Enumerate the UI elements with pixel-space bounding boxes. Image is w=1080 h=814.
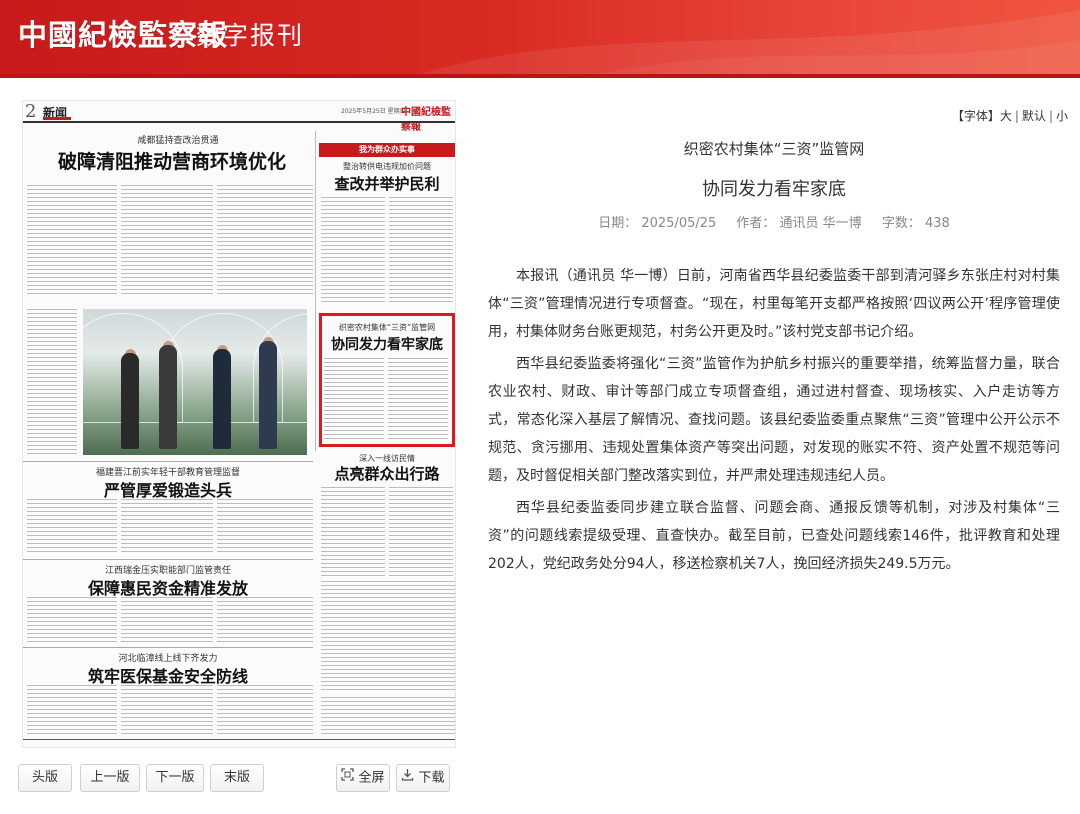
selected-article-highlight[interactable]: 织密农村集体“三资”监管网 协同发力看牢家底: [319, 313, 455, 447]
font-size-controls: 【字体】大 | 默认 | 小: [952, 107, 1068, 124]
first-page-button[interactable]: 头版: [18, 764, 72, 792]
download-icon: [401, 765, 414, 791]
story-text: [27, 499, 117, 555]
story-headline[interactable]: 查改并举护民利: [319, 173, 455, 194]
story-text: [321, 581, 455, 691]
story-text: [217, 685, 313, 735]
fullscreen-icon: [341, 765, 355, 791]
story-text: [121, 597, 213, 643]
font-default-link[interactable]: 默认: [1022, 109, 1046, 123]
font-large-link[interactable]: 大: [1000, 109, 1012, 123]
section-accent: [43, 117, 71, 120]
article-paragraph: 西华县纪委监委将强化“三资”监管作为护航乡村振兴的重要举措，统筹监督力量，联合农…: [488, 356, 1060, 484]
article-paragraph: 本报讯（通讯员 华一博）日前，河南省西华县纪委监委干部到清河驿乡东张庄村对村集体…: [488, 268, 1060, 340]
page-brand: 中國紀檢監察報: [401, 107, 451, 133]
prev-page-button[interactable]: 上一版: [80, 764, 140, 792]
section-rule: [23, 559, 313, 560]
fullscreen-button[interactable]: 全屏: [336, 764, 390, 792]
prev-page-label: 上一版: [90, 770, 130, 785]
story-text: [27, 185, 117, 297]
next-page-button[interactable]: 下一版: [146, 764, 204, 792]
story-headline[interactable]: 保障惠民资金精准发放: [23, 575, 313, 599]
story-headline[interactable]: 筑牢医保基金安全防线: [23, 663, 313, 687]
story-text: [324, 358, 384, 442]
story-text: [217, 185, 313, 297]
column-rule: [315, 131, 316, 451]
font-size-label: 【字体】: [951, 109, 1000, 123]
download-button[interactable]: 下载: [396, 764, 450, 792]
story-text: [217, 499, 313, 555]
newspaper-page[interactable]: 2 新闻 2025年5月25日 星期日 中國紀檢監察報 咸都猛持查改治贯通 破障…: [22, 100, 456, 748]
story-text: [121, 499, 213, 555]
page-top-rule: [23, 121, 455, 123]
story-text: [27, 597, 117, 643]
page-date: 2025年5月25日 星期日: [341, 108, 406, 115]
article-meta: 日期： 2025/05/25 作者： 通讯员 华一博 字数： 438: [488, 212, 1060, 231]
story-headline[interactable]: 严管厚爱锻造头兵: [23, 477, 313, 501]
story-text: [388, 358, 448, 442]
last-page-label: 末版: [223, 770, 250, 785]
article-word-count: 字数： 438: [881, 216, 950, 231]
first-page-label: 头版: [31, 770, 58, 785]
font-small-link[interactable]: 小: [1056, 109, 1068, 123]
next-page-label: 下一版: [155, 770, 195, 785]
article-body: 本报讯（通讯员 华一博）日前，河南省西华县纪委监委干部到清河驿乡东张庄村对村集体…: [488, 262, 1060, 582]
news-photo[interactable]: [83, 309, 307, 455]
story-text: [389, 197, 453, 305]
story-kicker: 咸都猛持查改治贯通: [137, 136, 219, 146]
story-text: [321, 487, 385, 577]
banner-divider: [0, 74, 1080, 78]
article-title: 协同发力看牢家底: [702, 179, 846, 200]
article-author: 作者： 通讯员 华一博: [736, 216, 862, 231]
story-text: [27, 309, 77, 455]
download-label: 下载: [418, 770, 445, 786]
article-date: 日期： 2025/05/25: [598, 216, 717, 231]
story-text: [321, 697, 455, 735]
section-rule: [23, 461, 313, 462]
column-label: 我为群众办实事: [319, 143, 455, 157]
last-page-button[interactable]: 末版: [210, 764, 264, 792]
section-rule: [23, 647, 313, 648]
story-text: [121, 685, 213, 735]
page-number: 2: [25, 101, 37, 122]
story-headline[interactable]: 破障清阻推动营商环境优化: [31, 147, 313, 174]
story-text: [321, 197, 385, 305]
separator: |: [1048, 109, 1053, 123]
separator: |: [1014, 109, 1019, 123]
article-kicker: 织密农村集体“三资”监管网: [683, 140, 865, 158]
article-paragraph: 西华县纪委监委同步建立联合监督、问题会商、通报反馈等机制，对涉及村集体“三资”的…: [488, 500, 1060, 572]
fullscreen-label: 全屏: [358, 770, 385, 786]
story-text: [389, 487, 453, 577]
story-text: [217, 597, 313, 643]
story-text: [121, 185, 213, 297]
header-banner: 中國紀檢監察報 数字报刊: [0, 0, 1080, 74]
digital-edition-title: 数字报刊: [196, 21, 305, 50]
story-kicker: 整治转供电违规加价问题: [343, 162, 431, 171]
story-text: [27, 685, 117, 735]
story-headline[interactable]: 协同发力看牢家底: [322, 334, 452, 354]
page-bottom-rule: [23, 739, 455, 740]
story-kicker: 织密农村集体“三资”监管网: [338, 323, 436, 332]
story-headline[interactable]: 点亮群众出行路: [319, 463, 455, 484]
